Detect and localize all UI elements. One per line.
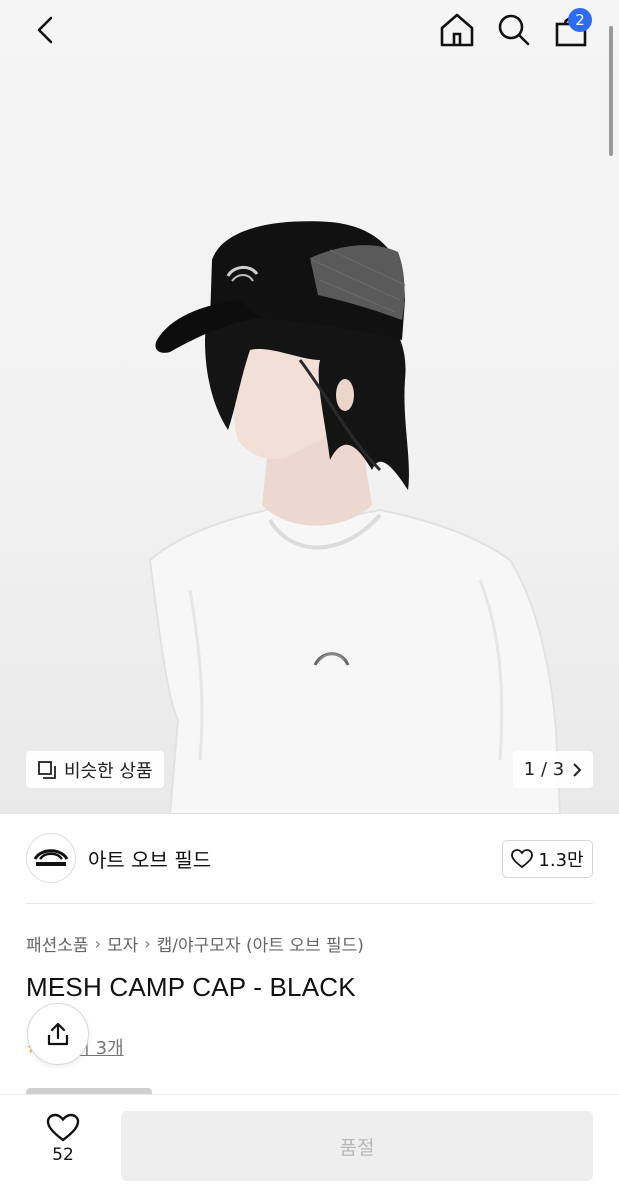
image-page-indicator[interactable]: 1 / 3 <box>513 751 593 788</box>
brand-name[interactable]: 아트 오브 필드 <box>88 844 211 873</box>
heart-icon <box>46 1113 80 1142</box>
divider <box>26 903 593 904</box>
similar-icon <box>38 760 56 779</box>
back-button[interactable] <box>23 8 67 52</box>
share-icon <box>47 1022 69 1046</box>
breadcrumb-item[interactable]: 모자 <box>107 931 138 956</box>
search-icon <box>498 14 530 46</box>
product-image-gallery[interactable]: 2 비슷한 상품 1 / 3 <box>0 0 619 814</box>
heart-icon <box>511 849 534 869</box>
wishlist-button[interactable]: 52 <box>26 1113 100 1177</box>
cart-count-badge: 2 <box>568 8 592 32</box>
brand-row: 아트 오브 필드 1.3만 <box>26 832 593 884</box>
brand-logo[interactable] <box>26 833 76 883</box>
chevron-right-icon: › <box>144 934 151 953</box>
chevron-right-icon: › <box>94 934 101 953</box>
bottom-action-bar: 52 품절 <box>0 1094 619 1201</box>
wishlist-count: 52 <box>52 1145 74 1165</box>
brand-like-button[interactable]: 1.3만 <box>502 840 593 878</box>
chevron-right-icon <box>573 762 582 777</box>
share-button[interactable] <box>27 1003 89 1065</box>
breadcrumb: 패션소품 › 모자 › 캡/야구모자 (아트 오브 필드) <box>26 931 364 956</box>
breadcrumb-item[interactable]: 캡/야구모자 (아트 오브 필드) <box>157 931 364 956</box>
page-indicator-text: 1 / 3 <box>523 759 565 780</box>
sold-out-button[interactable]: 품절 <box>121 1111 593 1181</box>
home-icon <box>440 13 474 47</box>
product-title: MESH CAMP CAP - BLACK <box>26 972 356 1002</box>
brand-like-count: 1.3만 <box>538 850 584 871</box>
similar-products-label: 비슷한 상품 <box>64 760 153 782</box>
search-button[interactable] <box>492 8 536 52</box>
top-navigation-bar: 2 <box>0 0 619 64</box>
product-photo <box>148 221 562 814</box>
scrollbar[interactable] <box>609 26 613 156</box>
home-button[interactable] <box>435 8 479 52</box>
brand-logo-mark <box>33 849 69 866</box>
similar-products-button[interactable]: 비슷한 상품 <box>26 751 164 788</box>
back-icon <box>37 16 53 44</box>
breadcrumb-item[interactable]: 패션소품 <box>26 931 89 956</box>
